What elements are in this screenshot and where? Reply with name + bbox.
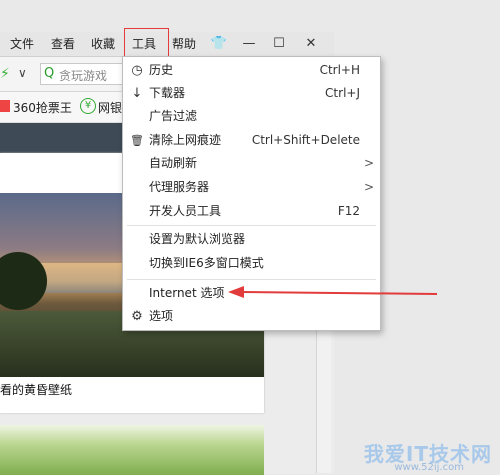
watermark-url: www.52ij.com bbox=[394, 462, 464, 473]
annotation-arrow bbox=[228, 286, 438, 298]
